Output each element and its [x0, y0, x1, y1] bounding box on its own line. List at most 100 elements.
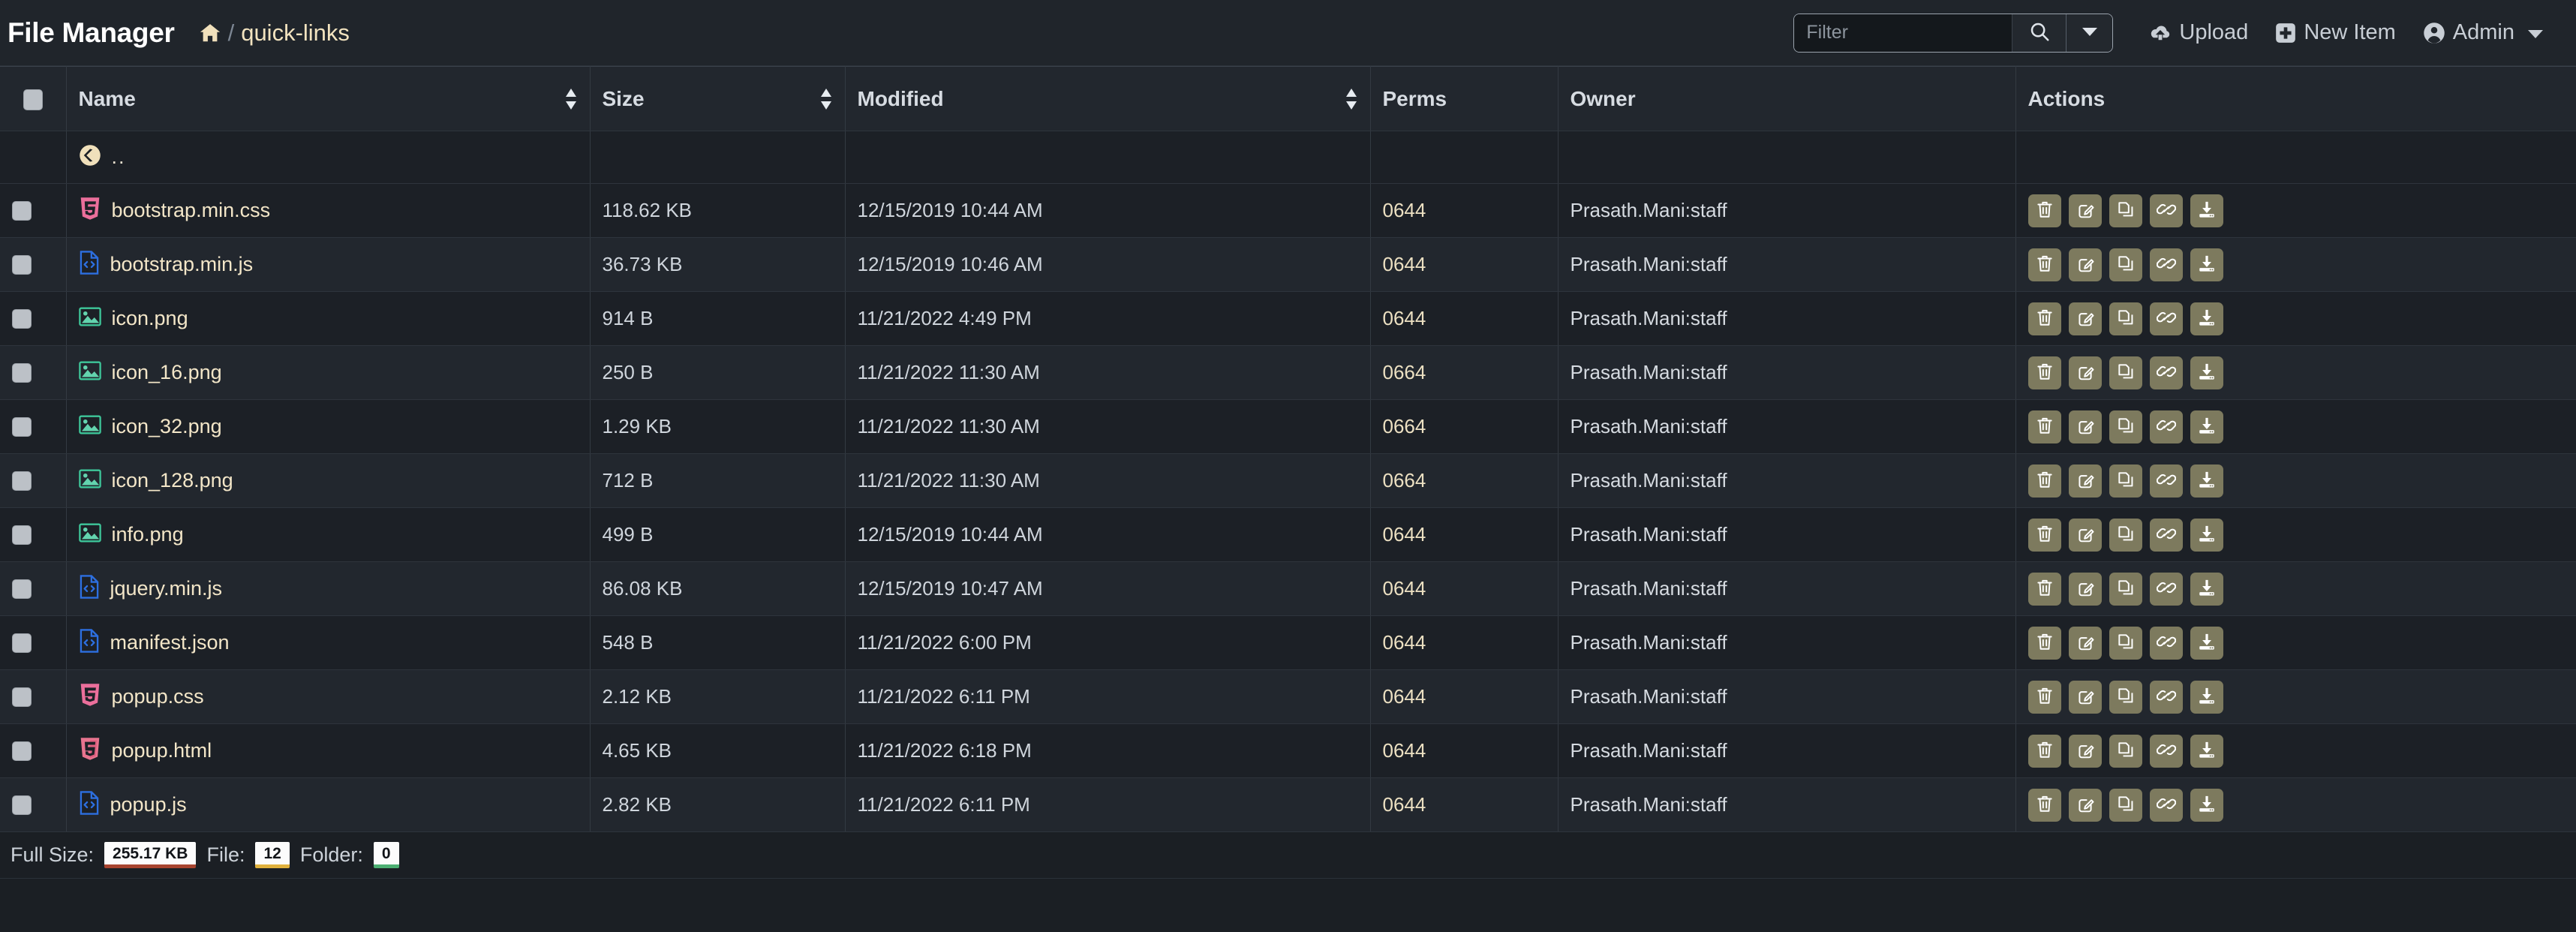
file-name-link[interactable]: icon.png	[112, 307, 188, 330]
file-perms[interactable]: 0664	[1383, 361, 1426, 383]
delete-button[interactable]	[2027, 248, 2061, 281]
filter-options-button[interactable]	[2066, 14, 2113, 52]
link-button[interactable]	[2149, 410, 2183, 443]
link-button[interactable]	[2149, 248, 2183, 281]
row-checkbox[interactable]	[12, 579, 32, 599]
table-row[interactable]: bootstrap.min.css 118.62 KB 12/15/2019 10:…	[0, 183, 2576, 238]
file-perms[interactable]: 0664	[1383, 469, 1426, 492]
download-button[interactable]	[2190, 356, 2223, 389]
table-row[interactable]: icon_16.png 250 B 11/21/2022 11:30 AM 0664 P…	[0, 345, 2576, 400]
row-checkbox[interactable]	[12, 308, 32, 329]
rename-button[interactable]	[2068, 410, 2102, 443]
column-header-name[interactable]: Name	[66, 66, 591, 131]
search-button[interactable]	[2012, 14, 2067, 52]
upload-button[interactable]: Upload	[2136, 20, 2262, 45]
filter-input[interactable]	[1794, 14, 2012, 52]
column-header-modified[interactable]: Modified	[845, 66, 1371, 131]
delete-button[interactable]	[2027, 410, 2061, 443]
file-perms[interactable]: 0644	[1383, 793, 1426, 816]
file-name-link[interactable]: popup.js	[110, 793, 187, 816]
parent-directory-label[interactable]: ..	[112, 146, 126, 169]
row-checkbox[interactable]	[12, 416, 32, 437]
table-row[interactable]: icon.png 914 B 11/21/2022 4:49 PM 0644 Prasa…	[0, 291, 2576, 346]
file-name-link[interactable]: manifest.json	[110, 631, 230, 654]
link-button[interactable]	[2149, 680, 2183, 714]
copy-button[interactable]	[2109, 626, 2142, 660]
copy-button[interactable]	[2109, 734, 2142, 768]
link-button[interactable]	[2149, 302, 2183, 335]
copy-button[interactable]	[2109, 518, 2142, 552]
copy-button[interactable]	[2109, 410, 2142, 443]
download-button[interactable]	[2190, 464, 2223, 498]
delete-button[interactable]	[2027, 356, 2061, 389]
column-header-size[interactable]: Size	[590, 66, 846, 131]
file-name-link[interactable]: popup.html	[112, 739, 212, 762]
file-name-link[interactable]: popup.css	[112, 685, 204, 708]
file-perms[interactable]: 0644	[1383, 523, 1426, 546]
download-button[interactable]	[2190, 302, 2223, 335]
copy-button[interactable]	[2109, 680, 2142, 714]
row-checkbox[interactable]	[12, 362, 32, 383]
link-button[interactable]	[2149, 194, 2183, 227]
file-name-link[interactable]: bootstrap.min.css	[112, 199, 271, 222]
file-perms[interactable]: 0664	[1383, 415, 1426, 437]
table-row[interactable]: popup.css 2.12 KB 11/21/2022 6:11 PM 0644 Pr…	[0, 669, 2576, 724]
table-row[interactable]: popup.html 4.65 KB 11/21/2022 6:18 PM 0644 P…	[0, 723, 2576, 778]
rename-button[interactable]	[2068, 248, 2102, 281]
delete-button[interactable]	[2027, 572, 2061, 606]
table-row[interactable]: bootstrap.min.js 36.73 KB 12/15/2019 10:46…	[0, 237, 2576, 292]
copy-button[interactable]	[2109, 302, 2142, 335]
home-icon[interactable]	[199, 22, 221, 44]
delete-button[interactable]	[2027, 518, 2061, 552]
row-checkbox[interactable]	[12, 525, 32, 545]
link-button[interactable]	[2149, 356, 2183, 389]
delete-button[interactable]	[2027, 464, 2061, 498]
rename-button[interactable]	[2068, 788, 2102, 822]
delete-button[interactable]	[2027, 680, 2061, 714]
copy-button[interactable]	[2109, 788, 2142, 822]
parent-directory-row[interactable]: ..	[0, 131, 2576, 184]
file-perms[interactable]: 0644	[1383, 685, 1426, 708]
download-button[interactable]	[2190, 518, 2223, 552]
delete-button[interactable]	[2027, 302, 2061, 335]
rename-button[interactable]	[2068, 572, 2102, 606]
file-perms[interactable]: 0644	[1383, 307, 1426, 329]
rename-button[interactable]	[2068, 194, 2102, 227]
file-name-link[interactable]: bootstrap.min.js	[110, 253, 254, 276]
rename-button[interactable]	[2068, 518, 2102, 552]
row-checkbox[interactable]	[12, 200, 32, 221]
download-button[interactable]	[2190, 410, 2223, 443]
row-checkbox[interactable]	[12, 471, 32, 491]
table-row[interactable]: icon_128.png 712 B 11/21/2022 11:30 AM 0664…	[0, 453, 2576, 508]
new-item-button[interactable]: New Item	[2262, 20, 2409, 45]
table-row[interactable]: manifest.json 548 B 11/21/2022 6:00 PM 0644…	[0, 615, 2576, 670]
file-perms[interactable]: 0644	[1383, 631, 1426, 654]
admin-menu-button[interactable]: Admin	[2409, 20, 2556, 45]
table-row[interactable]: icon_32.png 1.29 KB 11/21/2022 11:30 AM 066…	[0, 399, 2576, 454]
file-perms[interactable]: 0644	[1383, 739, 1426, 762]
link-button[interactable]	[2149, 518, 2183, 552]
file-name-link[interactable]: icon_32.png	[112, 415, 222, 438]
copy-button[interactable]	[2109, 248, 2142, 281]
rename-button[interactable]	[2068, 626, 2102, 660]
copy-button[interactable]	[2109, 194, 2142, 227]
row-checkbox[interactable]	[12, 687, 32, 707]
parent-name-cell[interactable]: ..	[66, 131, 591, 184]
link-button[interactable]	[2149, 626, 2183, 660]
download-button[interactable]	[2190, 248, 2223, 281]
sort-icon[interactable]	[564, 88, 578, 110]
copy-button[interactable]	[2109, 356, 2142, 389]
row-checkbox[interactable]	[12, 795, 32, 815]
row-checkbox[interactable]	[12, 254, 32, 275]
delete-button[interactable]	[2027, 626, 2061, 660]
download-button[interactable]	[2190, 734, 2223, 768]
copy-button[interactable]	[2109, 572, 2142, 606]
file-name-link[interactable]: icon_16.png	[112, 361, 222, 384]
link-button[interactable]	[2149, 464, 2183, 498]
sort-icon[interactable]	[1345, 88, 1358, 110]
rename-button[interactable]	[2068, 734, 2102, 768]
file-perms[interactable]: 0644	[1383, 253, 1426, 275]
delete-button[interactable]	[2027, 194, 2061, 227]
download-button[interactable]	[2190, 572, 2223, 606]
rename-button[interactable]	[2068, 464, 2102, 498]
